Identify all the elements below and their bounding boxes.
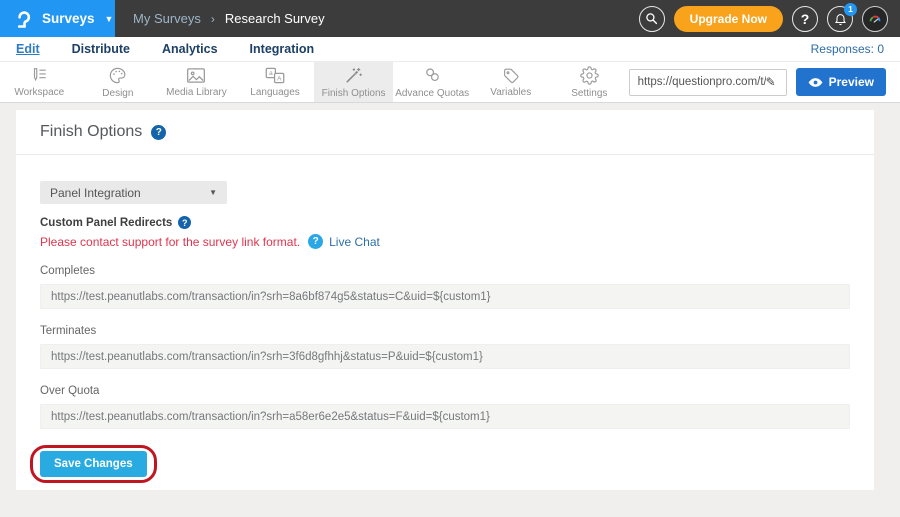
edit-toolbar: Workspace Design Media Library a A Langu… — [0, 61, 900, 103]
over-quota-url-input[interactable] — [40, 404, 850, 429]
support-notice-row: Please contact support for the survey li… — [40, 234, 850, 249]
red-highlight-annotation: Save Changes — [30, 445, 157, 483]
chevron-down-icon: ▼ — [209, 188, 217, 197]
toolbar-item-label: Advance Quotas — [395, 88, 469, 99]
finish-options-card: Finish Options ? Panel Integration ▼ Cus… — [16, 110, 874, 490]
survey-url-input[interactable] — [638, 76, 766, 88]
toolbar-item-label: Media Library — [166, 87, 227, 98]
toolbar-item-label: Design — [102, 88, 133, 99]
user-avatar[interactable] — [862, 6, 888, 32]
image-icon — [186, 67, 206, 84]
gauge-avatar-icon — [866, 10, 884, 28]
breadcrumb-my-surveys[interactable]: My Surveys — [133, 11, 201, 26]
toolbar-item-settings[interactable]: Settings — [550, 62, 629, 102]
breadcrumb: My Surveys › Research Survey — [133, 11, 325, 26]
questionpro-logo-icon — [16, 9, 33, 29]
completes-url-input[interactable] — [40, 284, 850, 309]
question-mark-icon: ? — [801, 11, 810, 27]
preview-button[interactable]: Preview — [796, 68, 886, 96]
svg-text:A: A — [277, 75, 282, 82]
tag-icon — [502, 66, 520, 84]
tab-integration[interactable]: Integration — [250, 42, 315, 56]
panel-integration-dropdown[interactable]: Panel Integration ▼ — [40, 181, 227, 204]
toolbar-item-label: Settings — [571, 88, 607, 99]
pencil-icon[interactable]: ✎ — [766, 75, 776, 89]
support-notice-text: Please contact support for the survey li… — [40, 235, 300, 249]
tab-edit[interactable]: Edit — [16, 42, 40, 56]
survey-nav-row: Edit Distribute Analytics Integration Re… — [0, 37, 900, 61]
toolbar-item-variables[interactable]: Variables — [471, 62, 550, 102]
preview-button-label: Preview — [829, 75, 874, 89]
dropdown-selected-value: Panel Integration — [50, 186, 141, 200]
gear-icon — [580, 66, 599, 85]
over-quota-field-group: Over Quota — [40, 385, 850, 429]
completes-field-group: Completes — [40, 265, 850, 309]
toolbar-item-finish-options[interactable]: Finish Options — [314, 62, 393, 102]
product-name: Surveys — [42, 11, 95, 26]
tab-distribute[interactable]: Distribute — [72, 42, 130, 56]
breadcrumb-current-survey: Research Survey — [225, 11, 325, 26]
terminates-field-group: Terminates — [40, 325, 850, 369]
top-bar: Surveys ▼ My Surveys › Research Survey U… — [0, 0, 900, 37]
magic-wand-icon — [344, 66, 363, 85]
toolbar-item-label: Variables — [490, 87, 531, 98]
palette-icon — [108, 66, 127, 85]
notification-count-badge: 1 — [844, 3, 857, 16]
chevron-down-icon: ▼ — [105, 14, 114, 24]
toolbar-item-design[interactable]: Design — [79, 62, 158, 102]
tab-analytics[interactable]: Analytics — [162, 42, 218, 56]
toolbar-item-media-library[interactable]: Media Library — [157, 62, 236, 102]
survey-url-box: ✎ — [629, 69, 787, 96]
section-help-icon[interactable]: ? — [178, 216, 191, 229]
card-header: Finish Options ? — [16, 110, 874, 155]
terminates-url-input[interactable] — [40, 344, 850, 369]
terminates-label: Terminates — [40, 325, 850, 337]
surveys-product-menu[interactable]: Surveys ▼ — [0, 0, 115, 37]
toolbar-item-label: Languages — [250, 87, 300, 98]
toolbar-item-label: Workspace — [14, 87, 64, 98]
page-title: Finish Options — [40, 123, 142, 141]
topbar-actions: Upgrade Now ? 1 — [639, 6, 888, 32]
section-label: Custom Panel Redirects — [40, 217, 172, 229]
chain-links-icon — [423, 66, 442, 85]
survey-nav-tabs: Edit Distribute Analytics Integration — [16, 42, 314, 56]
notifications-button[interactable]: 1 — [827, 6, 853, 32]
svg-text:a: a — [269, 70, 273, 77]
toolbar-item-workspace[interactable]: Workspace — [0, 62, 79, 102]
page-content: Finish Options ? Panel Integration ▼ Cus… — [0, 103, 900, 490]
workspace-icon — [29, 66, 49, 84]
chat-help-icon[interactable]: ? — [308, 234, 323, 249]
custom-panel-redirects-row: Custom Panel Redirects ? — [40, 216, 850, 229]
breadcrumb-separator: › — [211, 12, 215, 26]
live-chat-link[interactable]: Live Chat — [329, 235, 380, 249]
toolbar-item-languages[interactable]: a A Languages — [236, 62, 315, 102]
toolbar-item-label: Finish Options — [322, 88, 386, 99]
toolbar-item-advance-quotas[interactable]: Advance Quotas — [393, 62, 472, 102]
over-quota-label: Over Quota — [40, 385, 850, 397]
finish-options-help-icon[interactable]: ? — [151, 125, 166, 140]
completes-label: Completes — [40, 265, 850, 277]
search-button[interactable] — [639, 6, 665, 32]
responses-count[interactable]: Responses: 0 — [811, 42, 884, 56]
upgrade-now-button[interactable]: Upgrade Now — [674, 6, 783, 32]
help-button[interactable]: ? — [792, 6, 818, 32]
translate-icon: a A — [265, 67, 285, 84]
survey-url-area: ✎ Preview — [629, 62, 886, 102]
search-icon — [645, 12, 658, 25]
card-body: Panel Integration ▼ Custom Panel Redirec… — [16, 155, 874, 483]
eye-icon — [808, 77, 823, 88]
save-changes-button[interactable]: Save Changes — [40, 451, 147, 477]
